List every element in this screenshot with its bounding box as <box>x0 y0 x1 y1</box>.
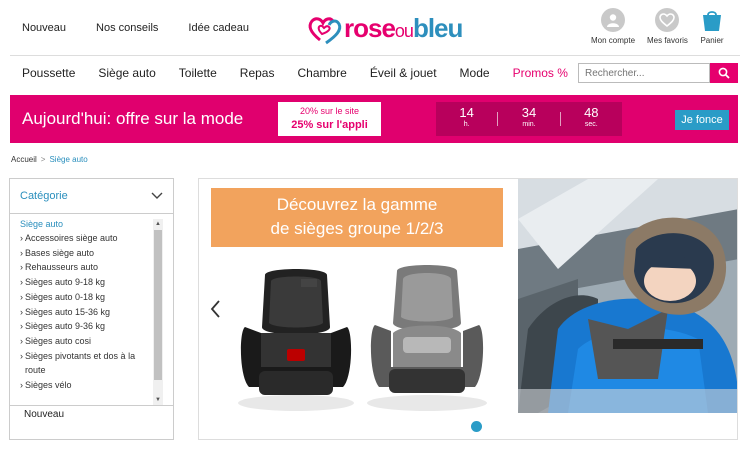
logo-ou: ou <box>394 20 414 41</box>
category-active[interactable]: Siège auto <box>20 219 152 229</box>
hero-tagline-line2: de sièges groupe 1/2/3 <box>270 219 444 238</box>
logo-wordmark: roseoubleu <box>344 12 463 44</box>
timer-seconds-unit: sec. <box>584 121 598 128</box>
je-fonce-button[interactable]: Je fonce <box>675 110 729 130</box>
category-item-label: Sièges pivotants et dos à la route <box>25 350 136 376</box>
hero-banner[interactable]: Découvrez la gamme de sièges groupe 1/2/… <box>198 178 738 440</box>
category-item-label: Sièges auto 9-36 kg <box>25 321 106 332</box>
promo-title: Aujourd'hui: offre sur la mode <box>22 109 244 128</box>
account-label: Mon compte <box>591 36 636 45</box>
favorites-link[interactable]: Mes favoris <box>647 8 688 45</box>
timer-seconds-value: 48 <box>584 105 599 120</box>
nav-siege-auto[interactable]: Siège auto <box>98 66 155 80</box>
search-input[interactable] <box>578 63 710 83</box>
category-item[interactable]: › Sièges auto cosi <box>20 334 152 349</box>
category-item[interactable]: › Bases siège auto <box>20 246 152 261</box>
top-link-cadeau[interactable]: Idée cadeau <box>188 22 249 34</box>
nav-poussette[interactable]: Poussette <box>22 66 75 80</box>
category-item-label: Sièges auto 15-36 kg <box>25 306 111 317</box>
category-sidebar: Catégorie Siège auto › Accessoires siège … <box>9 178 174 440</box>
category-item-label: Accessoires siège auto <box>25 233 118 243</box>
cart-link[interactable]: Panier <box>700 8 724 45</box>
nav-promos[interactable]: Promos % <box>513 66 568 80</box>
scroll-up-icon[interactable]: ▲ <box>153 219 163 229</box>
category-item[interactable]: › Rehausseurs auto <box>20 260 152 275</box>
search-bar <box>578 63 738 83</box>
search-button[interactable] <box>710 63 738 83</box>
nav-toilette[interactable]: Toilette <box>179 66 217 80</box>
category-item[interactable]: › Sièges auto 15-36 kg <box>20 305 152 320</box>
breadcrumb-separator: > <box>40 155 46 164</box>
timer-hours-unit: h. <box>463 121 470 128</box>
offer-site: 20% sur le site <box>299 106 360 116</box>
nav-eveil-jouet[interactable]: Éveil & jouet <box>370 66 437 80</box>
chevron-down-icon <box>151 192 163 199</box>
scroll-down-icon[interactable]: ▼ <box>153 395 163 405</box>
category-item-label: Sièges auto 0-18 kg <box>25 291 106 302</box>
cart-label: Panier <box>700 36 724 45</box>
category-item[interactable]: › Sièges pivotants et dos à la route <box>20 349 152 378</box>
carousel-prev-icon[interactable] <box>209 299 221 319</box>
sidebar-section-nouveau[interactable]: Nouveau <box>24 409 64 420</box>
car-seat-grey-image <box>367 265 487 411</box>
timer-hours-value: 14 <box>459 105 474 120</box>
hearts-logo-icon <box>308 17 342 45</box>
promo-offer-box: 20% sur le site 25% sur l'appli <box>278 102 381 136</box>
main-nav: Poussette Siège auto Toilette Repas Cham… <box>10 55 740 89</box>
timer-hours: 14 h. <box>436 102 497 136</box>
breadcrumb: Accueil > Siège auto <box>11 155 88 164</box>
category-item[interactable]: › Sièges auto 0-18 kg <box>20 290 152 305</box>
timer-seconds: 48 sec. <box>561 102 622 136</box>
logo-rose: rose <box>344 12 396 43</box>
carousel-dot-active[interactable] <box>471 421 482 432</box>
promo-band: Aujourd'hui: offre sur la mode 20% sur l… <box>10 95 738 143</box>
category-item-label: Sièges vélo <box>25 380 72 391</box>
account-link[interactable]: Mon compte <box>591 8 635 45</box>
site-logo[interactable]: roseoubleu <box>306 10 463 46</box>
category-item-label: Bases siège auto <box>25 247 95 258</box>
timer-minutes-unit: min. <box>522 121 536 128</box>
top-links: Nouveau Nos conseils Idée cadeau <box>22 22 249 34</box>
top-link-conseils[interactable]: Nos conseils <box>96 22 158 34</box>
nav-repas[interactable]: Repas <box>240 66 275 80</box>
category-scrollbar[interactable]: ▲ ▼ <box>153 219 163 405</box>
offer-app: 25% sur l'appli <box>291 119 368 131</box>
sidebar-divider <box>10 405 173 406</box>
timer-minutes-value: 34 <box>521 105 537 120</box>
category-item[interactable]: › Sièges vélo <box>20 378 152 393</box>
favorites-label: Mes favoris <box>647 36 688 45</box>
category-header[interactable]: Catégorie <box>10 179 173 214</box>
baby-car-seat-photo <box>518 179 737 413</box>
countdown-timer: 14 h. 34 min. 48 sec. <box>436 102 622 136</box>
heart-icon <box>655 8 680 32</box>
search-icon <box>718 67 730 79</box>
shopping-bag-icon <box>703 11 721 31</box>
user-icon <box>601 8 626 32</box>
category-list: Siège auto › Accessoires siège auto › Base… <box>20 219 152 405</box>
timer-minutes: 34 min. <box>498 102 559 136</box>
category-item[interactable]: › Accessoires siège auto <box>20 231 152 246</box>
hero-tagline: Découvrez la gamme de sièges groupe 1/2/… <box>211 188 503 247</box>
breadcrumb-current[interactable]: Siège auto <box>49 155 87 164</box>
category-item-label: Sièges auto cosi <box>25 335 92 346</box>
breadcrumb-home[interactable]: Accueil <box>11 155 37 164</box>
category-item-label: Sièges auto 9-18 kg <box>25 277 106 288</box>
nav-mode[interactable]: Mode <box>460 66 490 80</box>
category-item[interactable]: › Sièges auto 9-36 kg <box>20 319 152 334</box>
nav-chambre[interactable]: Chambre <box>297 66 346 80</box>
car-seat-black-image <box>238 269 354 411</box>
logo-bleu: bleu <box>412 12 463 43</box>
scrollbar-thumb[interactable] <box>154 230 162 380</box>
hero-tagline-line1: Découvrez la gamme <box>276 195 438 214</box>
category-item[interactable]: › Sièges auto 9-18 kg <box>20 275 152 290</box>
top-link-nouveau[interactable]: Nouveau <box>22 22 66 34</box>
category-heading: Catégorie <box>20 190 68 202</box>
category-item-label: Rehausseurs auto <box>25 262 99 273</box>
